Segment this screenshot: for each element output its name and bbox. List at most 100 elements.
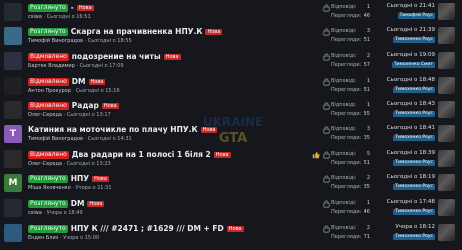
thread-title[interactable]: DM <box>71 199 85 208</box>
thread-title[interactable]: НПУ <box>71 174 89 183</box>
new-badge: Нова <box>200 126 218 133</box>
last-poster-badge[interactable]: Тимофей Роус <box>397 13 435 19</box>
replies-label: Відповіді: <box>331 225 357 231</box>
thread-row[interactable]: Розглянуто - Нова csiwa · Сьогодні о 16:51 В… <box>0 0 462 24</box>
status-prefix[interactable]: Відмовлено <box>28 150 69 159</box>
thread-title[interactable]: НПУ К /// #2471 ; #1629 /// DM + FD <box>71 224 224 233</box>
status-prefix[interactable]: Розглянуто <box>28 224 68 233</box>
thread-start-time: Сьогодні о 13:23 <box>66 161 111 167</box>
thread-avatar[interactable] <box>4 52 22 70</box>
new-badge: Нова <box>163 53 181 60</box>
thread-row[interactable]: Розглянуто DM Нова csiwa · Учора о 18:49 Від… <box>0 196 462 220</box>
last-poster-badge[interactable]: Тимохенко Роус <box>393 111 435 117</box>
last-poster-avatar[interactable] <box>438 150 455 167</box>
last-poster-avatar[interactable] <box>438 3 455 20</box>
last-post-date[interactable]: Сьогодні о 18:41 <box>387 125 435 131</box>
last-poster-badge[interactable]: Тимохенко Роус <box>393 37 435 43</box>
last-poster-avatar[interactable] <box>438 52 455 69</box>
thread-author[interactable]: Олег-Середа <box>28 161 62 167</box>
last-poster-avatar[interactable] <box>438 101 455 118</box>
thread-avatar[interactable] <box>4 199 22 217</box>
views-label: Перегляди: <box>331 135 362 141</box>
last-post-date[interactable]: Сьогодні о 17:48 <box>387 199 435 205</box>
thread-title[interactable]: - <box>71 3 74 12</box>
status-prefix[interactable]: Розглянуто <box>28 199 68 208</box>
status-prefix[interactable]: Відмовлено <box>28 52 69 61</box>
thread-author[interactable]: Тимофій Виноградов <box>28 136 83 142</box>
thread-meta: Міша Яковченко · Учора о 21:31 <box>28 185 112 191</box>
status-prefix[interactable]: Відмовлено <box>28 77 69 86</box>
last-poster-avatar[interactable] <box>438 199 455 216</box>
last-poster-badge[interactable]: Тимохенко Роус <box>393 160 435 166</box>
thread-author[interactable]: Антон Прокурор <box>28 88 71 94</box>
thread-author[interactable]: Бартек Владимир <box>28 63 75 69</box>
replies-label: Відповіді: <box>331 4 357 10</box>
last-poster-badge[interactable]: Тимохенко Роус <box>393 209 435 215</box>
views-label: Перегляди: <box>331 160 362 166</box>
last-poster-badge[interactable]: Тимохенко Роус <box>393 135 435 141</box>
status-prefix[interactable]: Розглянуто <box>28 3 68 12</box>
thread-avatar[interactable] <box>4 27 22 45</box>
last-post-date[interactable]: Сьогодні о 19:09 <box>387 52 435 58</box>
replies-label: Відповіді: <box>331 151 357 157</box>
thread-title[interactable]: подозрение на читы <box>72 52 161 61</box>
thread-row[interactable]: Відмовлено Радар Нова Олег-Середа · Сьогодн… <box>0 98 462 122</box>
thread-avatar[interactable]: М <box>4 174 22 192</box>
thread-author[interactable]: Олег-Середа <box>28 112 62 118</box>
last-post-date[interactable]: Сьогодні о 21:41 <box>387 3 435 9</box>
thread-start-time: Сьогодні о 13:17 <box>66 112 111 118</box>
last-post-date[interactable]: Учора о 18:12 <box>395 224 435 230</box>
thread-avatar[interactable] <box>4 101 22 119</box>
thread-avatar[interactable] <box>4 150 22 168</box>
thread-title[interactable]: DM <box>72 77 86 86</box>
thread-author[interactable]: Енден Близ <box>28 235 58 241</box>
last-post-date[interactable]: Сьогодні о 18:48 <box>387 77 435 83</box>
last-post-date[interactable]: Сьогодні о 18:19 <box>387 174 435 180</box>
new-badge: Нова <box>213 151 231 158</box>
thread-title[interactable]: Скарга на прачивненка НПУ.К <box>71 27 203 36</box>
thread-row[interactable]: Розглянуто Скарга на прачивненка НПУ.К Нов… <box>0 24 462 48</box>
views-count: 55 <box>363 111 370 117</box>
views-label: Перегляди: <box>331 87 362 93</box>
views-label: Перегляди: <box>331 234 362 240</box>
thread-avatar[interactable] <box>4 224 22 242</box>
thread-author[interactable]: Міша Яковченко <box>28 185 71 191</box>
status-prefix[interactable]: Розглянуто <box>28 174 68 183</box>
thread-row[interactable]: М Розглянуто НПУ Нова Міша Яковченко · Учора… <box>0 171 462 195</box>
thread-author[interactable]: Тимофій Виноградов <box>28 38 83 44</box>
last-poster-avatar[interactable] <box>438 77 455 94</box>
last-post-date[interactable]: Сьогодні о 21:39 <box>387 27 435 33</box>
thread-start-time: Учора о 21:31 <box>75 185 112 191</box>
last-poster-badge[interactable]: Тимохенко Роус <box>393 234 435 240</box>
thread-title[interactable]: Катиния на моточикле по плачу НПУ.К <box>28 125 198 134</box>
thread-avatar[interactable] <box>4 77 22 95</box>
thread-title[interactable]: Два радари на 1 полосі 1 біля 2 <box>72 150 211 159</box>
thread-meta: csiwa · Учора о 18:49 <box>28 210 83 216</box>
thread-avatar[interactable]: Т <box>4 125 22 143</box>
status-prefix[interactable]: Відмовлено <box>28 101 69 110</box>
replies-label: Відповіді: <box>331 78 357 84</box>
last-poster-avatar[interactable] <box>438 174 455 191</box>
thread-row[interactable]: Відмовлено подозрение на читы Нова Бартек В… <box>0 49 462 73</box>
last-poster-avatar[interactable] <box>438 27 455 44</box>
thread-author[interactable]: csiwa <box>28 14 42 20</box>
thread-row[interactable]: Розглянуто НПУ К /// #2471 ; #1629 /// DM… <box>0 221 462 245</box>
last-poster-avatar[interactable] <box>438 125 455 142</box>
replies-label: Відповіді: <box>331 53 357 59</box>
last-poster-badge[interactable]: Тимохенко Роус <box>393 87 435 93</box>
thread-row[interactable]: Відмовлено Два радари на 1 полосі 1 біля … <box>0 147 462 171</box>
last-post-date[interactable]: Сьогодні о 18:39 <box>387 150 435 156</box>
last-poster-badge[interactable]: Тимохенко Роус <box>393 184 435 190</box>
thread-author[interactable]: csiwa <box>28 210 42 216</box>
thread-avatar[interactable] <box>4 3 22 21</box>
last-poster-badge[interactable]: Тимохенко Смит <box>391 62 435 68</box>
last-poster-avatar[interactable] <box>438 224 455 241</box>
last-post-date[interactable]: Сьогодні о 18:43 <box>387 101 435 107</box>
replies-label: Відповіді: <box>331 28 357 34</box>
thread-title[interactable]: Радар <box>72 101 99 110</box>
status-prefix[interactable]: Розглянуто <box>28 27 68 36</box>
thread-row[interactable]: Т Катиния на моточикле по плачу НПУ.К Нова… <box>0 122 462 146</box>
thread-title-line: Відмовлено Два радари на 1 полосі 1 біля … <box>28 149 231 160</box>
thread-row[interactable]: Відмовлено DM Нова Антон Прокурор · Сьогодн… <box>0 74 462 98</box>
views-label: Перегляди: <box>331 37 362 43</box>
